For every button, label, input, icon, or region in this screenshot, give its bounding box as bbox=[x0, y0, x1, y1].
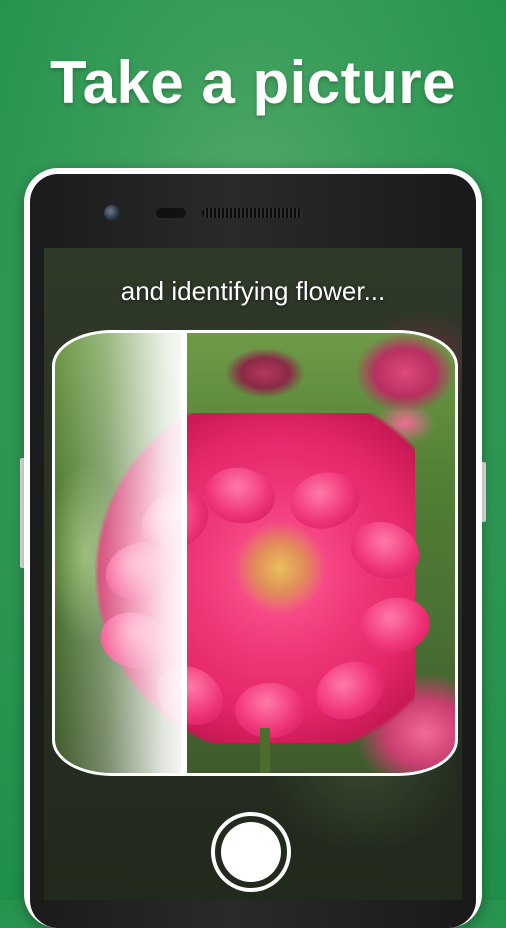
scan-overlay bbox=[55, 333, 183, 773]
flower-stem bbox=[260, 728, 270, 773]
speaker-grille-icon bbox=[202, 208, 302, 218]
proximity-sensor bbox=[156, 208, 186, 218]
scan-line bbox=[181, 333, 187, 773]
headline: Take a picture bbox=[49, 49, 457, 116]
shutter-button-icon[interactable] bbox=[211, 812, 291, 892]
shutter-button-core[interactable] bbox=[221, 822, 281, 882]
identifying-status-text: and identifying flower... bbox=[120, 276, 386, 306]
front-camera-icon bbox=[104, 205, 120, 221]
viewfinder bbox=[52, 330, 458, 776]
camera-screen: and identifying flower... bbox=[44, 248, 462, 900]
